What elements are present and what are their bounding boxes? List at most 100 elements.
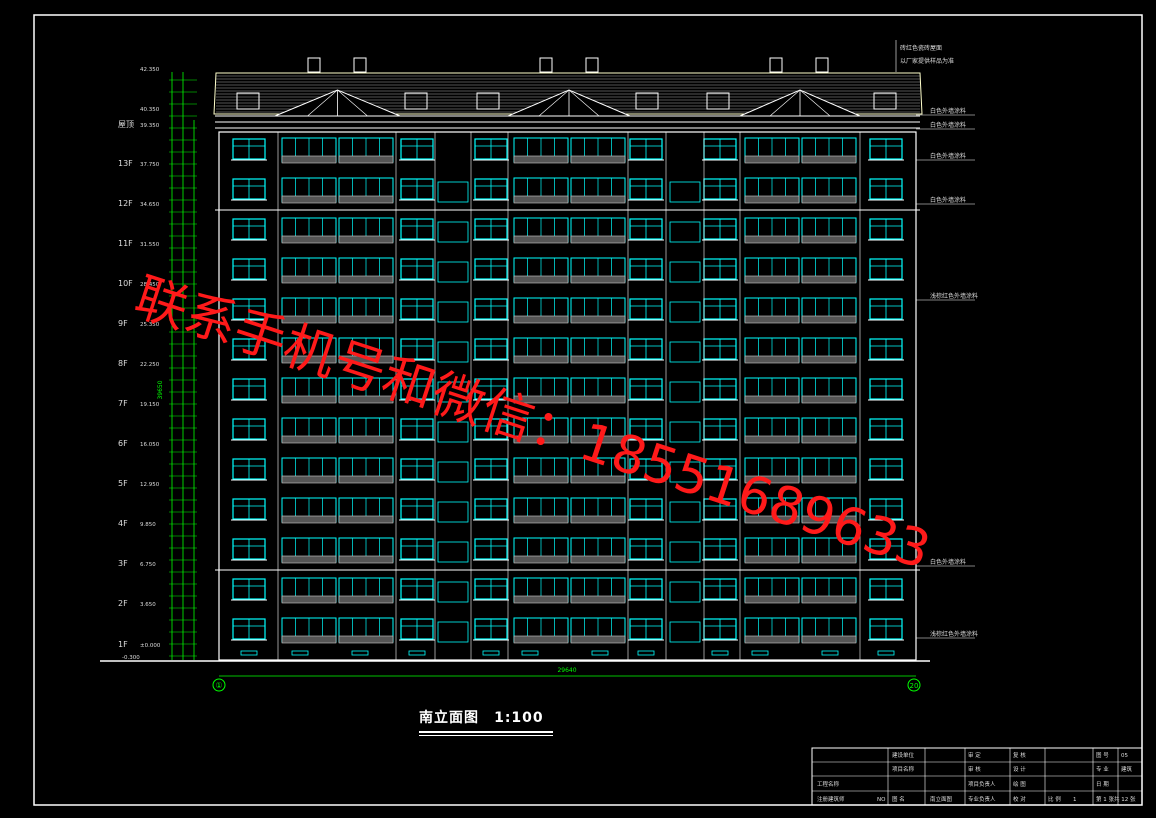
base-vent [351, 650, 369, 656]
table-cell: 建筑 [1121, 765, 1133, 773]
floor-label: 12F [118, 199, 133, 208]
balcony-railing [281, 555, 337, 564]
roof-callout-text: 砖红色瓷砖屋面 [900, 44, 942, 52]
table-cell: 项目负责人 [968, 780, 996, 788]
total-width-label: 29640 [557, 667, 576, 674]
balcony-railing [281, 635, 337, 644]
balcony-railing [744, 155, 800, 164]
balcony-railing [570, 235, 626, 244]
table-cell: 05 [1121, 753, 1128, 759]
ground-elevation: -0.300 [122, 655, 140, 661]
balcony-railing [570, 155, 626, 164]
stair-window [669, 341, 701, 363]
balcony-railing [513, 595, 569, 604]
table-cell: 专业负责人 [968, 795, 996, 803]
balcony-railing [338, 595, 394, 604]
stair-window [437, 541, 469, 563]
stair-window [437, 301, 469, 323]
balcony-railing [570, 555, 626, 564]
table-cell: 工程名称 [817, 780, 840, 788]
balcony-railing [338, 195, 394, 204]
base-vent [877, 650, 895, 656]
chimney [769, 57, 783, 73]
balcony-railing [744, 395, 800, 404]
floor-label: 10F [118, 279, 133, 288]
chimney [307, 57, 321, 73]
balcony-railing [801, 315, 857, 324]
floor-label: 屋顶 [118, 120, 134, 129]
dormer [476, 92, 500, 110]
base-vent [751, 650, 769, 656]
chimney [815, 57, 829, 73]
floor-label: 5F [118, 479, 128, 488]
base-vent [521, 650, 539, 656]
balcony-railing [513, 515, 569, 524]
balcony-railing [281, 155, 337, 164]
table-cell: 1 [1073, 797, 1077, 803]
balcony-railing [513, 235, 569, 244]
floor-elevation: ±0.000 [140, 643, 161, 649]
top-elevation: 40.350 [140, 107, 160, 113]
title-block-table: 建设单位 审 定 复 核 图 号 05 项目名称 审 核 设 计 专 业 建筑工程名称 项目负责人 绘… [811, 747, 1143, 806]
table-cell: 第 1 张共 12 张 [1096, 795, 1136, 803]
floor-label: 3F [118, 559, 128, 568]
table-cell: 注册建筑师 [817, 795, 845, 803]
drawing-scale-text: 1:100 [494, 710, 544, 726]
balcony-railing [338, 635, 394, 644]
callout-text: 白色外墙涂料 [930, 121, 966, 129]
floor-label: 2F [118, 599, 128, 608]
balcony-railing [801, 195, 857, 204]
balcony-railing [744, 595, 800, 604]
balcony-railing [513, 195, 569, 204]
base-vent [240, 650, 258, 656]
balcony-railing [513, 155, 569, 164]
axis-label-start: ① [215, 681, 222, 690]
balcony-railing [513, 275, 569, 284]
floor-elevation: 16.050 [140, 442, 160, 448]
table-cell: 日 期 [1096, 781, 1109, 788]
table-cell: 设 计 [1013, 765, 1026, 773]
base-vent [821, 650, 839, 656]
dormer [706, 92, 730, 110]
table-cell: 专 业 [1096, 765, 1109, 773]
callout-text: 浅棕红色外墙涂料 [930, 292, 978, 300]
balcony-railing [801, 435, 857, 444]
floor-elevation: 39.350 [140, 123, 160, 129]
balcony-railing [570, 595, 626, 604]
balcony-railing [801, 235, 857, 244]
balcony-railing [338, 555, 394, 564]
stair-window [669, 221, 701, 243]
floor-elevation: 12.950 [140, 482, 160, 488]
balcony-railing [570, 635, 626, 644]
balcony-railing [744, 195, 800, 204]
stair-window [669, 381, 701, 403]
floor-label: 4F [118, 519, 128, 528]
balcony-railing [570, 355, 626, 364]
balcony-railing [513, 635, 569, 644]
balcony-railing [570, 315, 626, 324]
stair-window [437, 221, 469, 243]
balcony-railing [338, 515, 394, 524]
table-cell: 图 名 [892, 795, 905, 803]
drawing-title-text: 南立面图 [419, 710, 479, 726]
floor-elevation: 37.750 [140, 162, 160, 168]
balcony-railing [338, 475, 394, 484]
stair-window [669, 581, 701, 603]
title-underline-thin [419, 735, 553, 736]
balcony-railing [744, 355, 800, 364]
drawing-title: 南立面图 1:100 [419, 707, 559, 741]
base-vent [408, 650, 426, 656]
base-vent [482, 650, 500, 656]
table-cell: 建设单位 [892, 751, 915, 759]
table-cell: 复 核 [1013, 751, 1026, 759]
balcony-railing [801, 355, 857, 364]
table-cell: 校 对 [1013, 795, 1026, 803]
floor-elevation: 31.550 [140, 242, 160, 248]
balcony-railing [801, 275, 857, 284]
balcony-railing [338, 235, 394, 244]
stair-window [669, 261, 701, 283]
floor-elevation: 3.650 [140, 602, 156, 608]
floor-label: 11F [118, 239, 133, 248]
table-cell: NO [877, 797, 886, 803]
balcony-railing [744, 235, 800, 244]
